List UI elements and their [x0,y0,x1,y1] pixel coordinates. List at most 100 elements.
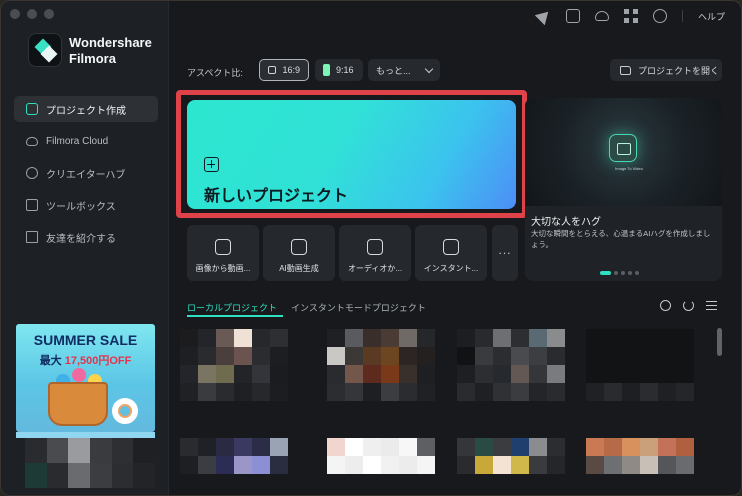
tool-label: オーディオか... [347,264,403,273]
thumbnail-cell [198,456,216,474]
thumbnail-cell [547,347,565,365]
close-window-button[interactable] [10,9,20,19]
feature-banner[interactable]: Image To Video 大切な人をハグ 大切な瞬間をとらえる、心温まるAI… [525,98,722,281]
carousel-dot[interactable] [600,271,611,275]
summer-sale-banner[interactable]: SUMMER SALE 最大 17,500円OFF [16,324,155,432]
minimize-window-button[interactable] [27,9,37,19]
carousel-dot[interactable] [635,271,639,275]
project-thumbnail[interactable] [457,438,565,474]
list-view-icon[interactable] [706,300,717,311]
thumbnail-cell [493,365,511,383]
thumbnail-cell [399,456,417,474]
sidebar-item-creator-hub[interactable]: クリエイターハブ [14,160,158,186]
thumbnail-cell [417,365,435,383]
project-thumbnail[interactable] [457,329,565,401]
send-icon[interactable] [534,6,554,26]
thumbnail-cell [511,456,529,474]
tab-instant-mode-projects[interactable]: インスタントモードプロジェクト [291,301,426,314]
thumbnail-cell [68,438,90,463]
thumbnail-cell [586,365,604,383]
thumbnail-cell [547,438,565,456]
basket-illustration [48,382,108,426]
thumbnail-cell [363,329,381,347]
cloud-upload-icon[interactable] [595,11,609,21]
thumbnail-cell [511,438,529,456]
thumbnail-cell [529,383,547,401]
aspect-more-dropdown[interactable]: もっと... [368,59,440,81]
project-thumbnail[interactable] [180,438,288,474]
zoom-window-button[interactable] [44,9,54,19]
open-project-label: プロジェクトを開く [638,65,720,76]
thumbnail-cell [133,438,155,463]
thumbnail-cell [586,347,604,365]
search-icon[interactable] [660,300,671,311]
thumbnail-cell [529,329,547,347]
sidebar: Wondershare Filmora プロジェクト作成 Filmora Clo… [1,1,169,495]
filmora-window: Wondershare Filmora プロジェクト作成 Filmora Clo… [0,0,742,496]
sidebar-item-filmora-cloud[interactable]: Filmora Cloud [14,128,158,154]
thumbnail-cell [457,438,475,456]
help-menu[interactable]: ヘルプ [698,10,725,23]
thumbnail-cell [417,456,435,474]
carousel-dots[interactable] [600,271,639,275]
thumbnail-cell [658,438,676,456]
brand-line-1: Wondershare [69,35,152,50]
thumbnail-cell [327,329,345,347]
open-project-button[interactable]: プロジェクトを開く [610,59,722,81]
thumbnail-cell [363,383,381,401]
thumbnail-cell [345,383,363,401]
refresh-icon[interactable] [683,300,694,311]
tool-label: インスタント... [423,264,479,273]
sidebar-item-toolbox[interactable]: ツールボックス [14,192,158,218]
tool-instant-mode[interactable]: インスタント... [415,225,487,281]
tool-ai-video[interactable]: AI動画生成 [263,225,335,281]
thumbnail-cell [511,383,529,401]
tool-audio-to-video[interactable]: オーディオか... [339,225,411,281]
carousel-dot[interactable] [621,271,625,275]
thumbnail-cell [511,347,529,365]
thumbnail-cell [547,456,565,474]
sidebar-item-create-project[interactable]: プロジェクト作成 [14,96,158,122]
apps-grid-icon[interactable] [624,9,638,23]
thumbnail-cell [216,438,234,456]
thumbnail-cell [475,347,493,365]
carousel-dot[interactable] [628,271,632,275]
carousel-dot[interactable] [614,271,618,275]
thumbnail-cell [252,329,270,347]
brand-name: Wondershare Filmora [69,35,152,67]
toolbar-separator [682,10,683,22]
headset-icon[interactable] [653,9,667,23]
thumbnail-cell [270,456,288,474]
thumbnail-cell [547,383,565,401]
thumbnail-cell [133,463,155,488]
tool-image-to-video[interactable]: 画像から動画... [187,225,259,281]
thumbnail-cell [381,329,399,347]
project-list-scrollbar[interactable] [717,328,722,356]
tab-local-projects[interactable]: ローカルプロジェクト [187,301,277,314]
inbox-icon[interactable] [566,9,580,23]
thumbnail-cell [399,438,417,456]
cloud-icon [26,136,38,146]
thumbnail-cell [640,365,658,383]
thumbnail-cell [216,456,234,474]
thumbnail-cell [475,383,493,401]
thumbnail-cell [252,438,270,456]
thumbnail-cell [417,383,435,401]
sidebar-item-refer-friend[interactable]: 友達を紹介する [14,224,158,250]
thumbnail-cell [475,365,493,383]
thumbnail-cell [622,365,640,383]
project-thumbnail[interactable] [586,438,694,474]
project-thumbnail[interactable] [586,329,694,401]
project-thumbnail[interactable] [327,329,435,401]
project-thumbnail[interactable] [180,329,288,401]
balloon-icon [72,368,86,382]
more-tools-button[interactable]: ... [492,225,518,281]
active-tab-indicator [187,315,283,317]
aspect-9-16-button[interactable]: 9:16 [315,59,363,81]
project-thumbnail[interactable] [327,438,435,474]
thumbnail-cell [46,438,69,463]
thumbnail-cell [234,347,252,365]
thumbnail-cell [417,347,435,365]
aspect-16-9-button[interactable]: 16:9 [259,59,309,81]
thumbnail-cell [417,438,435,456]
